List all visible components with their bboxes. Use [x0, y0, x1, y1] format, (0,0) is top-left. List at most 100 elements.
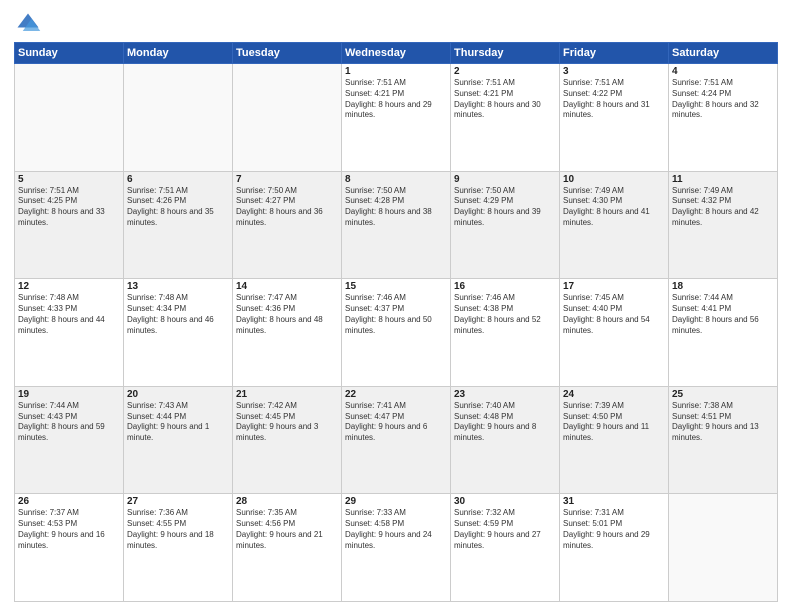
day-number: 9: [454, 174, 556, 185]
calendar-cell: [233, 64, 342, 172]
calendar-cell: 28Sunrise: 7:35 AM Sunset: 4:56 PM Dayli…: [233, 494, 342, 602]
calendar-cell: 7Sunrise: 7:50 AM Sunset: 4:27 PM Daylig…: [233, 171, 342, 279]
weekday-header-row: SundayMondayTuesdayWednesdayThursdayFrid…: [15, 43, 778, 64]
day-info: Sunrise: 7:51 AM Sunset: 4:26 PM Dayligh…: [127, 186, 229, 229]
day-number: 25: [672, 389, 774, 400]
day-number: 15: [345, 281, 447, 292]
calendar-cell: 23Sunrise: 7:40 AM Sunset: 4:48 PM Dayli…: [451, 386, 560, 494]
day-info: Sunrise: 7:49 AM Sunset: 4:32 PM Dayligh…: [672, 186, 774, 229]
weekday-header-tuesday: Tuesday: [233, 43, 342, 64]
day-info: Sunrise: 7:50 AM Sunset: 4:27 PM Dayligh…: [236, 186, 338, 229]
calendar-cell: 11Sunrise: 7:49 AM Sunset: 4:32 PM Dayli…: [669, 171, 778, 279]
day-info: Sunrise: 7:40 AM Sunset: 4:48 PM Dayligh…: [454, 401, 556, 444]
day-number: 31: [563, 496, 665, 507]
day-info: Sunrise: 7:41 AM Sunset: 4:47 PM Dayligh…: [345, 401, 447, 444]
calendar-cell: 17Sunrise: 7:45 AM Sunset: 4:40 PM Dayli…: [560, 279, 669, 387]
day-number: 8: [345, 174, 447, 185]
day-number: 13: [127, 281, 229, 292]
calendar-cell: 8Sunrise: 7:50 AM Sunset: 4:28 PM Daylig…: [342, 171, 451, 279]
day-number: 30: [454, 496, 556, 507]
day-number: 12: [18, 281, 120, 292]
day-info: Sunrise: 7:37 AM Sunset: 4:53 PM Dayligh…: [18, 508, 120, 551]
calendar-cell: 15Sunrise: 7:46 AM Sunset: 4:37 PM Dayli…: [342, 279, 451, 387]
logo-icon: [14, 10, 42, 38]
day-number: 29: [345, 496, 447, 507]
calendar-cell: 21Sunrise: 7:42 AM Sunset: 4:45 PM Dayli…: [233, 386, 342, 494]
calendar-cell: [124, 64, 233, 172]
calendar-cell: 25Sunrise: 7:38 AM Sunset: 4:51 PM Dayli…: [669, 386, 778, 494]
day-number: 20: [127, 389, 229, 400]
day-number: 23: [454, 389, 556, 400]
day-number: 28: [236, 496, 338, 507]
calendar-cell: 9Sunrise: 7:50 AM Sunset: 4:29 PM Daylig…: [451, 171, 560, 279]
day-info: Sunrise: 7:48 AM Sunset: 4:34 PM Dayligh…: [127, 293, 229, 336]
weekday-header-wednesday: Wednesday: [342, 43, 451, 64]
week-row-3: 12Sunrise: 7:48 AM Sunset: 4:33 PM Dayli…: [15, 279, 778, 387]
day-info: Sunrise: 7:39 AM Sunset: 4:50 PM Dayligh…: [563, 401, 665, 444]
day-info: Sunrise: 7:51 AM Sunset: 4:24 PM Dayligh…: [672, 78, 774, 121]
calendar-cell: 5Sunrise: 7:51 AM Sunset: 4:25 PM Daylig…: [15, 171, 124, 279]
calendar-cell: 18Sunrise: 7:44 AM Sunset: 4:41 PM Dayli…: [669, 279, 778, 387]
day-number: 21: [236, 389, 338, 400]
calendar-cell: 30Sunrise: 7:32 AM Sunset: 4:59 PM Dayli…: [451, 494, 560, 602]
day-number: 10: [563, 174, 665, 185]
day-number: 19: [18, 389, 120, 400]
calendar-cell: 22Sunrise: 7:41 AM Sunset: 4:47 PM Dayli…: [342, 386, 451, 494]
day-info: Sunrise: 7:51 AM Sunset: 4:22 PM Dayligh…: [563, 78, 665, 121]
day-info: Sunrise: 7:49 AM Sunset: 4:30 PM Dayligh…: [563, 186, 665, 229]
day-info: Sunrise: 7:50 AM Sunset: 4:28 PM Dayligh…: [345, 186, 447, 229]
day-info: Sunrise: 7:46 AM Sunset: 4:38 PM Dayligh…: [454, 293, 556, 336]
calendar-cell: 29Sunrise: 7:33 AM Sunset: 4:58 PM Dayli…: [342, 494, 451, 602]
day-info: Sunrise: 7:50 AM Sunset: 4:29 PM Dayligh…: [454, 186, 556, 229]
day-number: 6: [127, 174, 229, 185]
day-info: Sunrise: 7:45 AM Sunset: 4:40 PM Dayligh…: [563, 293, 665, 336]
calendar-cell: 1Sunrise: 7:51 AM Sunset: 4:21 PM Daylig…: [342, 64, 451, 172]
day-number: 22: [345, 389, 447, 400]
day-number: 17: [563, 281, 665, 292]
calendar-cell: 12Sunrise: 7:48 AM Sunset: 4:33 PM Dayli…: [15, 279, 124, 387]
day-number: 1: [345, 66, 447, 77]
day-info: Sunrise: 7:31 AM Sunset: 5:01 PM Dayligh…: [563, 508, 665, 551]
day-number: 5: [18, 174, 120, 185]
calendar-cell: 2Sunrise: 7:51 AM Sunset: 4:21 PM Daylig…: [451, 64, 560, 172]
calendar-cell: 27Sunrise: 7:36 AM Sunset: 4:55 PM Dayli…: [124, 494, 233, 602]
week-row-4: 19Sunrise: 7:44 AM Sunset: 4:43 PM Dayli…: [15, 386, 778, 494]
calendar-cell: 26Sunrise: 7:37 AM Sunset: 4:53 PM Dayli…: [15, 494, 124, 602]
week-row-1: 1Sunrise: 7:51 AM Sunset: 4:21 PM Daylig…: [15, 64, 778, 172]
calendar-cell: [669, 494, 778, 602]
day-info: Sunrise: 7:48 AM Sunset: 4:33 PM Dayligh…: [18, 293, 120, 336]
day-number: 26: [18, 496, 120, 507]
calendar-cell: 14Sunrise: 7:47 AM Sunset: 4:36 PM Dayli…: [233, 279, 342, 387]
weekday-header-monday: Monday: [124, 43, 233, 64]
day-info: Sunrise: 7:51 AM Sunset: 4:25 PM Dayligh…: [18, 186, 120, 229]
calendar-cell: 6Sunrise: 7:51 AM Sunset: 4:26 PM Daylig…: [124, 171, 233, 279]
day-info: Sunrise: 7:36 AM Sunset: 4:55 PM Dayligh…: [127, 508, 229, 551]
header: [14, 10, 778, 38]
calendar-cell: 24Sunrise: 7:39 AM Sunset: 4:50 PM Dayli…: [560, 386, 669, 494]
week-row-2: 5Sunrise: 7:51 AM Sunset: 4:25 PM Daylig…: [15, 171, 778, 279]
calendar-cell: 20Sunrise: 7:43 AM Sunset: 4:44 PM Dayli…: [124, 386, 233, 494]
calendar-cell: 3Sunrise: 7:51 AM Sunset: 4:22 PM Daylig…: [560, 64, 669, 172]
day-number: 11: [672, 174, 774, 185]
day-number: 27: [127, 496, 229, 507]
day-number: 2: [454, 66, 556, 77]
calendar-cell: 13Sunrise: 7:48 AM Sunset: 4:34 PM Dayli…: [124, 279, 233, 387]
day-info: Sunrise: 7:51 AM Sunset: 4:21 PM Dayligh…: [345, 78, 447, 121]
day-info: Sunrise: 7:47 AM Sunset: 4:36 PM Dayligh…: [236, 293, 338, 336]
day-info: Sunrise: 7:42 AM Sunset: 4:45 PM Dayligh…: [236, 401, 338, 444]
weekday-header-saturday: Saturday: [669, 43, 778, 64]
day-number: 14: [236, 281, 338, 292]
weekday-header-friday: Friday: [560, 43, 669, 64]
day-number: 24: [563, 389, 665, 400]
week-row-5: 26Sunrise: 7:37 AM Sunset: 4:53 PM Dayli…: [15, 494, 778, 602]
calendar-cell: 19Sunrise: 7:44 AM Sunset: 4:43 PM Dayli…: [15, 386, 124, 494]
calendar: SundayMondayTuesdayWednesdayThursdayFrid…: [14, 42, 778, 602]
day-number: 16: [454, 281, 556, 292]
calendar-cell: 16Sunrise: 7:46 AM Sunset: 4:38 PM Dayli…: [451, 279, 560, 387]
page: SundayMondayTuesdayWednesdayThursdayFrid…: [0, 0, 792, 612]
calendar-cell: 10Sunrise: 7:49 AM Sunset: 4:30 PM Dayli…: [560, 171, 669, 279]
day-info: Sunrise: 7:44 AM Sunset: 4:41 PM Dayligh…: [672, 293, 774, 336]
logo: [14, 10, 46, 38]
day-info: Sunrise: 7:35 AM Sunset: 4:56 PM Dayligh…: [236, 508, 338, 551]
day-info: Sunrise: 7:32 AM Sunset: 4:59 PM Dayligh…: [454, 508, 556, 551]
